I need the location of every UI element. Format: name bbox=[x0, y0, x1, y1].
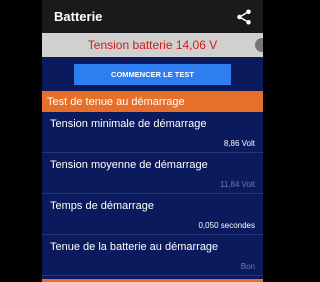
scroll-handle[interactable] bbox=[255, 38, 263, 52]
app-frame: Batterie Tension batterie 14,06 V COMMEN… bbox=[42, 0, 263, 282]
share-icon[interactable] bbox=[235, 8, 253, 26]
result-value: 0,050 secondes bbox=[198, 221, 256, 230]
result-row-min-voltage: Tension minimale de démarrage 8,86 Volt bbox=[42, 112, 263, 153]
action-area: COMMENCER LE TEST bbox=[42, 57, 263, 91]
result-row-avg-voltage: Tension moyenne de démarrage 11,84 Volt bbox=[42, 153, 263, 194]
result-row-start-time: Temps de démarrage 0,050 secondes bbox=[42, 194, 263, 235]
result-label: Tension minimale de démarrage bbox=[50, 118, 207, 130]
result-label: Tension moyenne de démarrage bbox=[50, 159, 208, 171]
result-value: Bon bbox=[240, 262, 255, 271]
result-label: Temps de démarrage bbox=[50, 200, 154, 212]
battery-voltage-text: Tension batterie 14,06 V bbox=[87, 38, 218, 52]
result-value: 11,84 Volt bbox=[220, 180, 255, 189]
result-label: Tenue de la batterie au démarrage bbox=[50, 241, 219, 253]
app-title: Batterie bbox=[54, 9, 103, 24]
section-header: Test de tenue au démarrage bbox=[42, 91, 263, 112]
app-bar: Batterie bbox=[42, 0, 263, 33]
start-test-button[interactable]: COMMENCER LE TEST bbox=[74, 63, 231, 85]
voltage-bar: Tension batterie 14,06 V bbox=[42, 33, 263, 57]
result-row-battery-health: Tenue de la batterie au démarrage Bon bbox=[42, 235, 263, 276]
result-value: 8,86 Volt bbox=[223, 139, 255, 148]
